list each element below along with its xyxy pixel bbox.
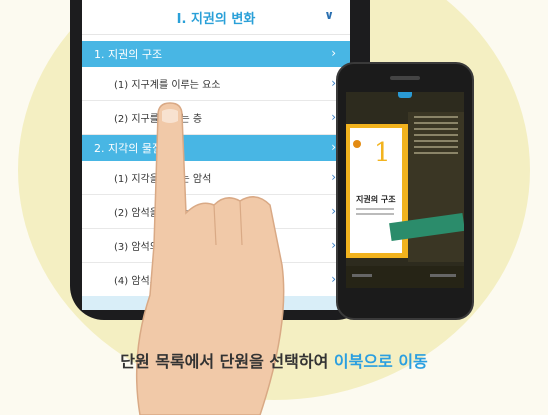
ebook-phone: 1 지권의 구조 bbox=[336, 62, 474, 320]
caption-highlight: 이북으로 이동 bbox=[333, 352, 428, 371]
chevron-right-icon: › bbox=[331, 46, 336, 60]
speaker bbox=[390, 76, 420, 80]
pull-tab-icon[interactable] bbox=[398, 92, 412, 98]
page-text-panel bbox=[408, 112, 464, 262]
chapter-title: Ⅰ. 지권의 변화 bbox=[176, 11, 256, 27]
caption: 단원 목록에서 단원을 선택하여 이북으로 이동 bbox=[0, 348, 548, 372]
cover-number: 1 bbox=[374, 138, 391, 168]
caption-main: 단원 목록에서 단원을 선택하여 bbox=[120, 352, 329, 371]
chevron-down-icon[interactable]: ∨ bbox=[324, 8, 334, 22]
chapter-header[interactable]: Ⅰ. 지권의 변화 ∨ bbox=[82, 0, 350, 35]
cover-title: 지권의 구조 bbox=[356, 195, 396, 204]
item-label: (1) 지구계를 이루는 요소 bbox=[114, 80, 221, 91]
cover-text-lines bbox=[356, 208, 394, 218]
section-label: 1. 지권의 구조 bbox=[94, 48, 163, 61]
badge-icon bbox=[353, 140, 361, 148]
section-1[interactable]: 1. 지권의 구조 › bbox=[82, 41, 350, 67]
ebook-screen[interactable]: 1 지권의 구조 bbox=[346, 92, 464, 288]
ebook-bottom-bar bbox=[346, 266, 464, 288]
